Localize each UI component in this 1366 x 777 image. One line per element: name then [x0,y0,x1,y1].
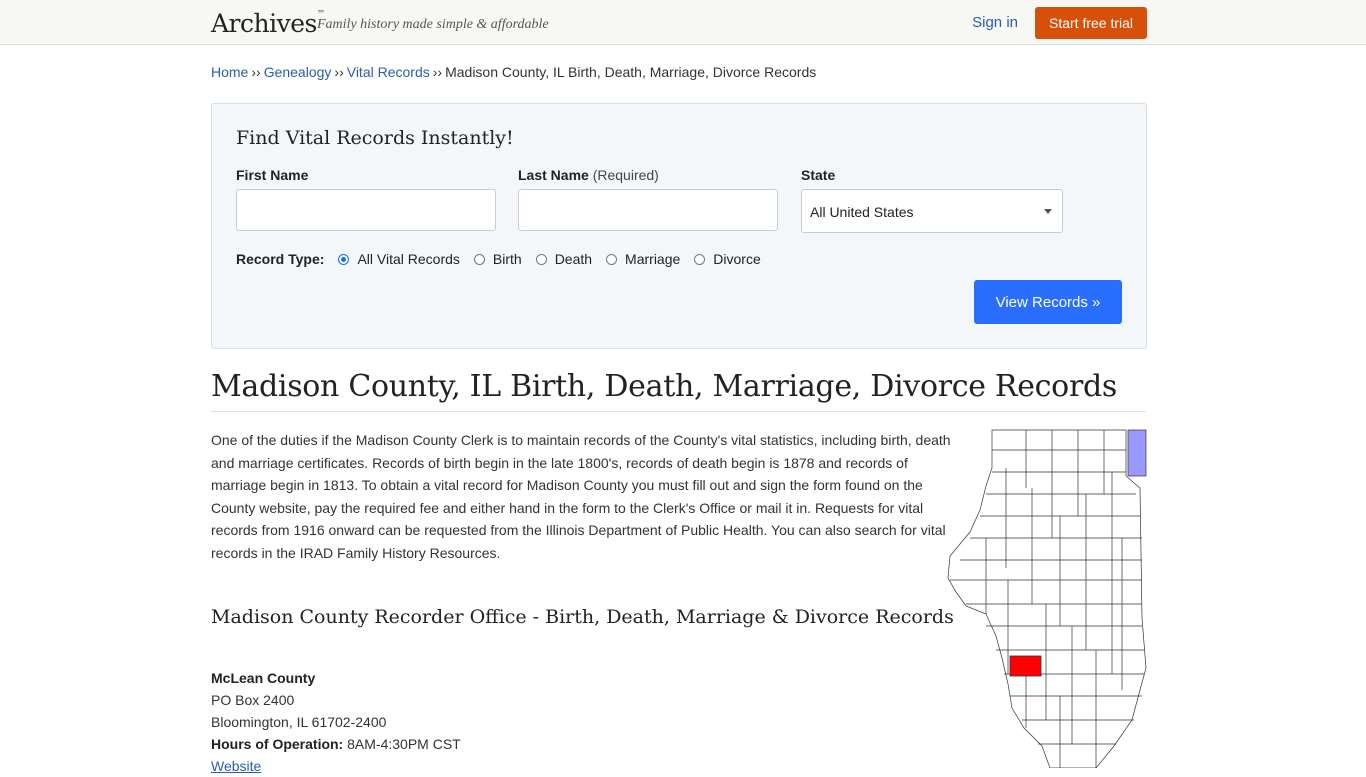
radio-birth[interactable]: Birth [473,251,522,267]
radio-selected-icon[interactable] [338,253,350,265]
office-address-line1: PO Box 2400 [211,692,295,708]
office-website-link[interactable]: Website [211,758,261,774]
top-bar: Archives™ Family history made simple & a… [0,0,1366,45]
first-name-input[interactable] [236,189,496,231]
sign-in-link[interactable]: Sign in [972,14,1018,31]
site-tagline: Family history made simple & affordable [317,17,549,32]
radio-icon[interactable] [606,253,618,265]
breadcrumb-vital-records[interactable]: Vital Records [347,64,430,80]
breadcrumb-separator: ›› [432,64,443,80]
last-name-input[interactable] [518,189,778,231]
radio-icon[interactable] [694,253,706,265]
search-title: Find Vital Records Instantly! [236,127,514,149]
madison-county-highlight [1009,655,1042,677]
first-name-label: First Name [236,167,309,183]
state-outline [947,429,1147,768]
breadcrumb-genealogy[interactable]: Genealogy [264,64,332,80]
title-divider [211,411,1146,412]
office-address-line2: Bloomington, IL 61702-2400 [211,714,387,730]
breadcrumb-current: Madison County, IL Birth, Death, Marriag… [445,64,817,80]
view-records-button[interactable]: View Records » [974,280,1122,324]
record-type-group: Record Type: All Vital Records Birth Dea… [236,251,775,267]
section-title: Madison County Recorder Office - Birth, … [211,606,954,628]
office-name: McLean County [211,670,316,686]
chevron-down-icon [1044,209,1052,214]
lake-michigan [1127,429,1147,477]
state-select[interactable]: All United States [801,189,1063,233]
page-title: Madison County, IL Birth, Death, Marriag… [211,369,1117,404]
breadcrumb-separator: ›› [334,64,344,80]
office-hours: Hours of Operation: 8AM-4:30PM CST [211,736,461,752]
breadcrumb-separator: ›› [251,64,261,80]
radio-icon[interactable] [535,253,547,265]
radio-divorce[interactable]: Divorce [694,251,761,267]
breadcrumb: Home ›› Genealogy ›› Vital Records ›› Madison … [211,64,816,80]
breadcrumb-home[interactable]: Home [211,64,248,80]
site-logo[interactable]: Archives™ [211,9,325,38]
radio-icon[interactable] [473,253,485,265]
radio-all-vital-records[interactable]: All Vital Records [338,251,460,267]
radio-death[interactable]: Death [535,251,592,267]
start-free-trial-button[interactable]: Start free trial [1035,7,1147,39]
illinois-county-map-icon [947,429,1147,768]
office-info: McLean County PO Box 2400 Bloomington, I… [211,667,461,777]
record-type-label: Record Type: [236,251,325,267]
intro-paragraph: One of the duties if the Madison County … [211,432,951,561]
radio-marriage[interactable]: Marriage [606,251,680,267]
state-label: State [801,167,836,183]
search-panel: Find Vital Records Instantly! First Name… [211,103,1147,349]
last-name-label: Last Name (Required) [518,167,659,183]
